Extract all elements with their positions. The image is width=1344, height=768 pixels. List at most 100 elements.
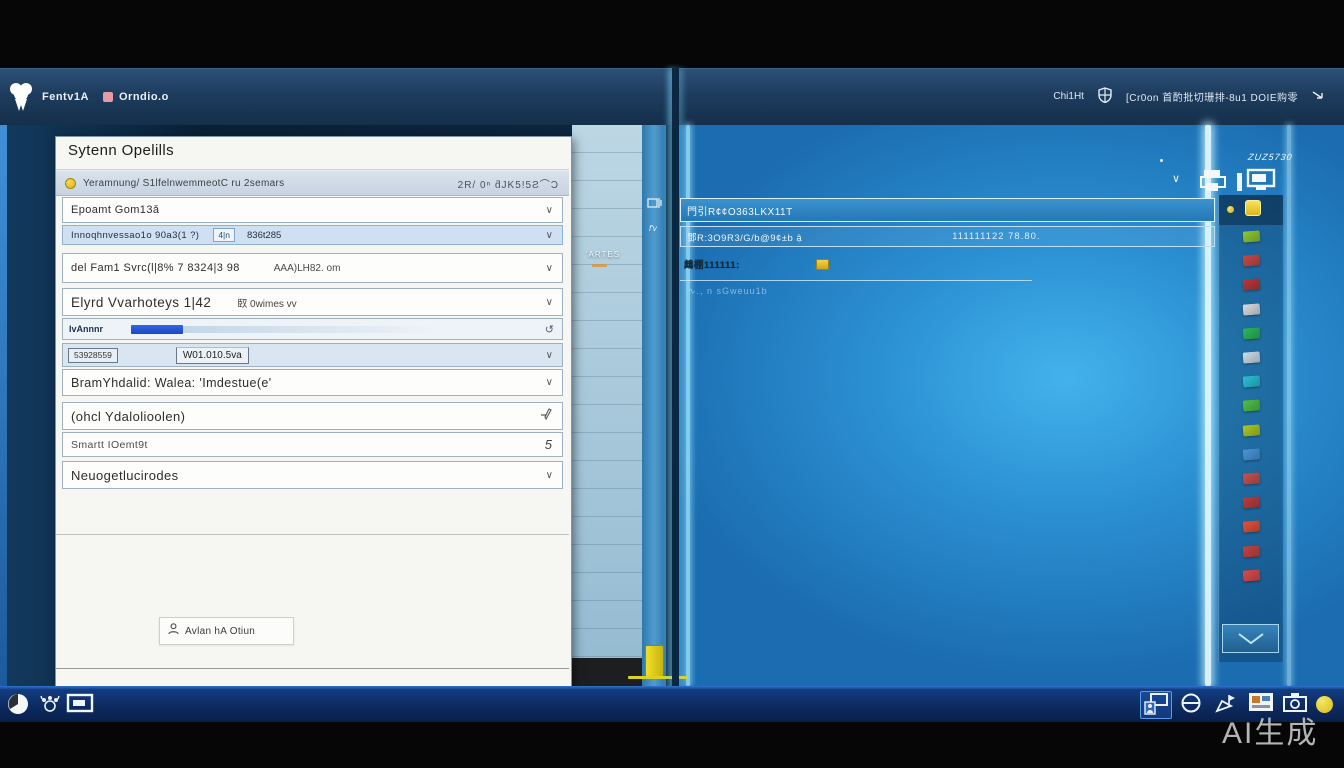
chevron-down-icon[interactable]: ∨ — [546, 377, 553, 388]
yellow-pencil-icon[interactable] — [645, 645, 664, 677]
sidebar-icon-red-text[interactable] — [1243, 255, 1261, 267]
sidebar-icon-green-chip[interactable] — [1243, 327, 1261, 339]
monitor-icon[interactable] — [1246, 168, 1278, 199]
glow-line-right — [1287, 125, 1291, 686]
sidebar-icon-red-badge[interactable] — [1243, 472, 1261, 484]
chevron-down-icon[interactable]: ∨ — [546, 470, 553, 481]
row-label: BramYhdalid: Walea: 'Imdestue(e' — [71, 376, 272, 390]
yellow-dot-icon[interactable] — [1227, 206, 1234, 213]
sidebar-icon-red-tool[interactable] — [1243, 279, 1261, 291]
action-button-label: Avlan hA Otiun — [185, 626, 255, 637]
status-dot-icon — [65, 178, 76, 189]
action-button[interactable]: Avlan hA Otiun — [159, 617, 294, 645]
progress-fill — [131, 325, 183, 334]
app-logo-icon[interactable] — [8, 79, 34, 120]
row-label-2: 836t285 — [247, 230, 281, 241]
topbar-right-cluster: Chi1Ht [Cr0on 首酌批切珊排-8u1 DOIE购零 — [1053, 87, 1324, 106]
panel-input-text: 鷓棚111111: — [684, 257, 740, 271]
sidebar-icon-blue-chip[interactable] — [1243, 448, 1261, 460]
row-label: Epoamt Gom13ǎ — [71, 204, 159, 216]
chevron-down-icon[interactable]: ∨ — [546, 205, 553, 216]
chevron-down-icon[interactable]: ∨ — [546, 297, 553, 308]
topbar-status-label[interactable]: Chi1Ht — [1053, 91, 1084, 102]
network-computer-icon[interactable] — [1143, 692, 1169, 721]
sidebar-icon-gray-doc[interactable] — [1243, 303, 1261, 315]
desktop-left-edge — [0, 125, 7, 686]
topbar-status-text[interactable]: [Cr0on 首酌批切珊排-8u1 DOIE购零 — [1126, 89, 1298, 104]
row-label: (ohcl Ydalolioolen) — [71, 409, 185, 424]
dialog-bottom-divider — [56, 668, 569, 669]
letterbox-bottom — [0, 722, 1344, 768]
dialog-row-9[interactable]: Smartt IOemt9t 5 — [62, 432, 563, 457]
browser-icon[interactable] — [1180, 692, 1202, 719]
sidebar-icon-red-block[interactable] — [1243, 569, 1261, 581]
sidebar-icon-red-pin[interactable] — [1243, 545, 1261, 557]
panel-field-label: 鄧R:3O9R3/G/b@9¢±b ậ — [687, 230, 802, 244]
yellow-ball-icon[interactable] — [1316, 696, 1333, 713]
person-icon — [168, 622, 179, 640]
chevron-down-icon[interactable]: ∨ — [546, 350, 553, 361]
panel-header-row[interactable]: 門引R¢¢O363LKX11T — [680, 198, 1215, 222]
row-mini-box[interactable]: 4|n — [213, 228, 235, 242]
dialog-row-10[interactable]: Neuogetlucirodes ∨ — [62, 461, 563, 489]
refresh-icon[interactable]: ↺ — [545, 323, 554, 336]
ai-watermark: AI生成 — [1222, 708, 1318, 752]
sidebar-icon-green-square[interactable] — [1243, 400, 1261, 412]
dialog-header-row[interactable]: Yeramnung/ S1lfelnwemmeotC ru 2semars 2R… — [56, 170, 569, 196]
row-label: Elyrd Vvarhoteys 1|42 — [71, 295, 211, 310]
screen: Fentv1A Orndio.o Chi1Ht [Cr0on 首酌批切珊排-8u… — [0, 0, 1344, 768]
paw-icon[interactable] — [38, 692, 62, 721]
panel-header-text: 門引R¢¢O363LKX11T — [687, 203, 793, 218]
printer-icon[interactable] — [1198, 168, 1228, 199]
dialog-progress-row[interactable]: IvAnnnr ↺ — [62, 318, 563, 340]
panel-field-row[interactable]: 鄧R:3O9R3/G/b@9¢±b ậ 111111122 78.80. — [680, 226, 1215, 247]
sidebar-icon-cyan-chip[interactable] — [1243, 376, 1261, 388]
clock-icon[interactable] — [6, 692, 30, 721]
row-sublabel: AAA)LH82. om — [274, 263, 341, 274]
panel-input-row[interactable]: 鷓棚111111: — [680, 252, 1215, 276]
sidebar-icon-lime-oval[interactable] — [1243, 424, 1261, 436]
dialog-row-3[interactable]: del Fam1 Svrc(l|8% 7 8324|3 98 AAA)LH82.… — [62, 253, 563, 283]
dialog-row-2-selected[interactable]: Innoqhnvessao1o 90a3(1 ?) 4|n 836t285 ∨ — [62, 225, 563, 245]
header-left-text: Yeramnung/ S1lfelnwemmeotC ru 2semars — [83, 178, 458, 189]
sidebar-icon-red-tag[interactable] — [1243, 497, 1261, 509]
yellow-underline — [628, 676, 688, 679]
sidebar-scroll-button[interactable] — [1222, 624, 1279, 653]
tray-expand-icon[interactable]: ∨ — [1172, 172, 1180, 185]
bar-icon[interactable] — [1236, 172, 1244, 197]
folder-icon[interactable] — [816, 259, 829, 270]
row-sublabel: 臤 0wimes vv — [237, 295, 296, 310]
yellow-app-icon[interactable] — [1245, 200, 1261, 216]
shield-icon[interactable] — [1098, 87, 1112, 106]
menu-item-secondary[interactable]: Orndio.o — [119, 91, 169, 103]
sidebar-icon-green-oval[interactable] — [1243, 230, 1261, 242]
row-label: Innoqhnvessao1o 90a3(1 ?) — [71, 230, 199, 241]
dialog-row-8[interactable]: (ohcl Ydalolioolen) — [62, 402, 563, 430]
chevron-down-icon[interactable]: ∨ — [546, 263, 553, 274]
dialog-version-row[interactable]: 53928559 W01.010.5va ∨ — [62, 343, 563, 367]
chevron-down-icon[interactable]: ∨ — [546, 230, 553, 241]
sidebar-icon-camera[interactable] — [1243, 351, 1261, 363]
dialog-row-7[interactable]: BramYhdalid: Walea: 'Imdestue(e' ∨ — [62, 369, 563, 396]
collapse-arrow-icon[interactable] — [1312, 90, 1324, 103]
window-icon[interactable] — [66, 692, 94, 719]
dialog-row-4[interactable]: Elyrd Vvarhoteys 1|42 臤 0wimes vv ∨ — [62, 288, 563, 316]
window-divider[interactable] — [672, 68, 679, 722]
desktop-corner-label: ZUZ5730 — [1247, 152, 1293, 162]
header-right-text: 2R/ 0ⁿ ƌJK5!5Ƨ⌒Ɔ — [458, 176, 559, 191]
strip-sublabel: f'v — [649, 224, 657, 233]
strip-label: 'ARTES — [586, 250, 620, 259]
progress-label: IvAnnnr — [69, 324, 103, 334]
menu-pink-icon — [103, 92, 113, 102]
panel-input-underline — [680, 280, 1032, 281]
row-mark: 5 — [545, 437, 552, 452]
corner-dot — [1160, 159, 1163, 162]
version-box[interactable]: W01.010.5va — [176, 347, 249, 364]
sidebar-icon-red-square[interactable] — [1243, 521, 1261, 533]
pencil-icon[interactable] — [540, 408, 553, 424]
progress-bar — [101, 325, 531, 334]
dialog-row-1[interactable]: Epoamt Gom13ǎ ∨ — [62, 197, 563, 223]
menu-item-brand[interactable]: Fentv1A — [42, 91, 89, 103]
letterbox-top — [0, 0, 1344, 68]
code-box: 53928559 — [68, 348, 118, 363]
